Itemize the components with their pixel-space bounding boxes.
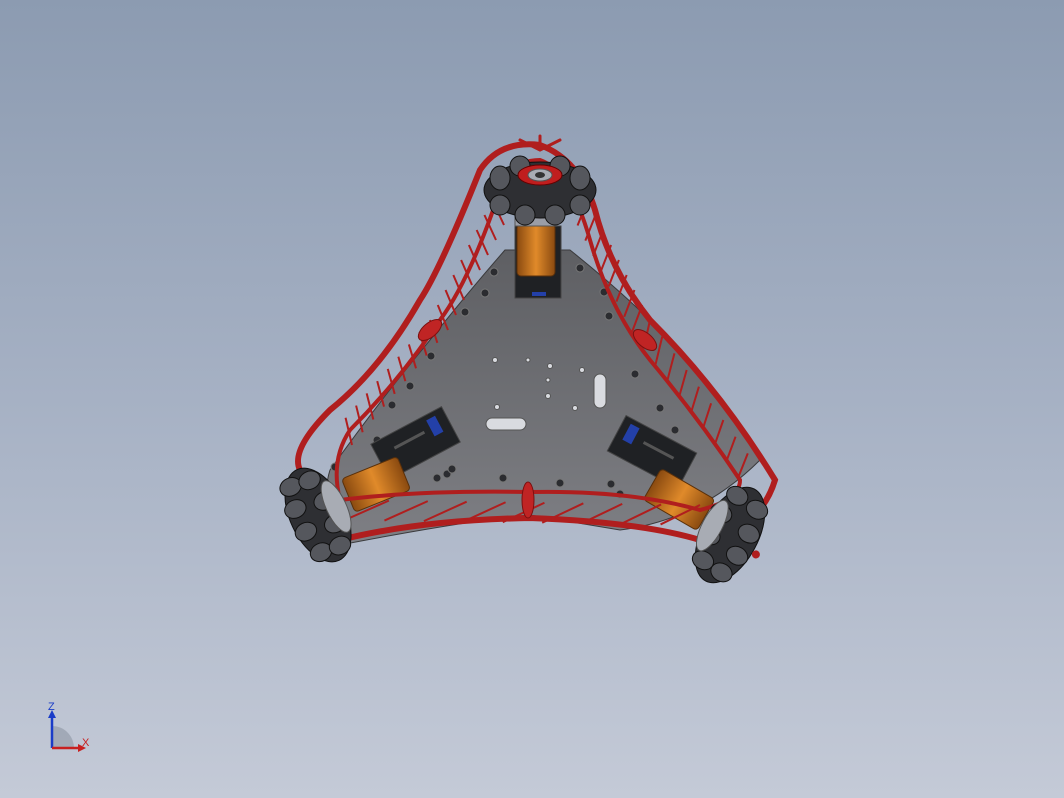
triad-z-label: Z bbox=[48, 701, 55, 713]
triad-quadrant bbox=[52, 726, 74, 748]
triad-x-label: X bbox=[82, 737, 90, 749]
robot-model[interactable] bbox=[0, 0, 1064, 798]
top-wheel bbox=[483, 155, 597, 226]
truss-strut bbox=[592, 229, 605, 257]
graphics-viewport[interactable]: Z X bbox=[0, 0, 1064, 798]
